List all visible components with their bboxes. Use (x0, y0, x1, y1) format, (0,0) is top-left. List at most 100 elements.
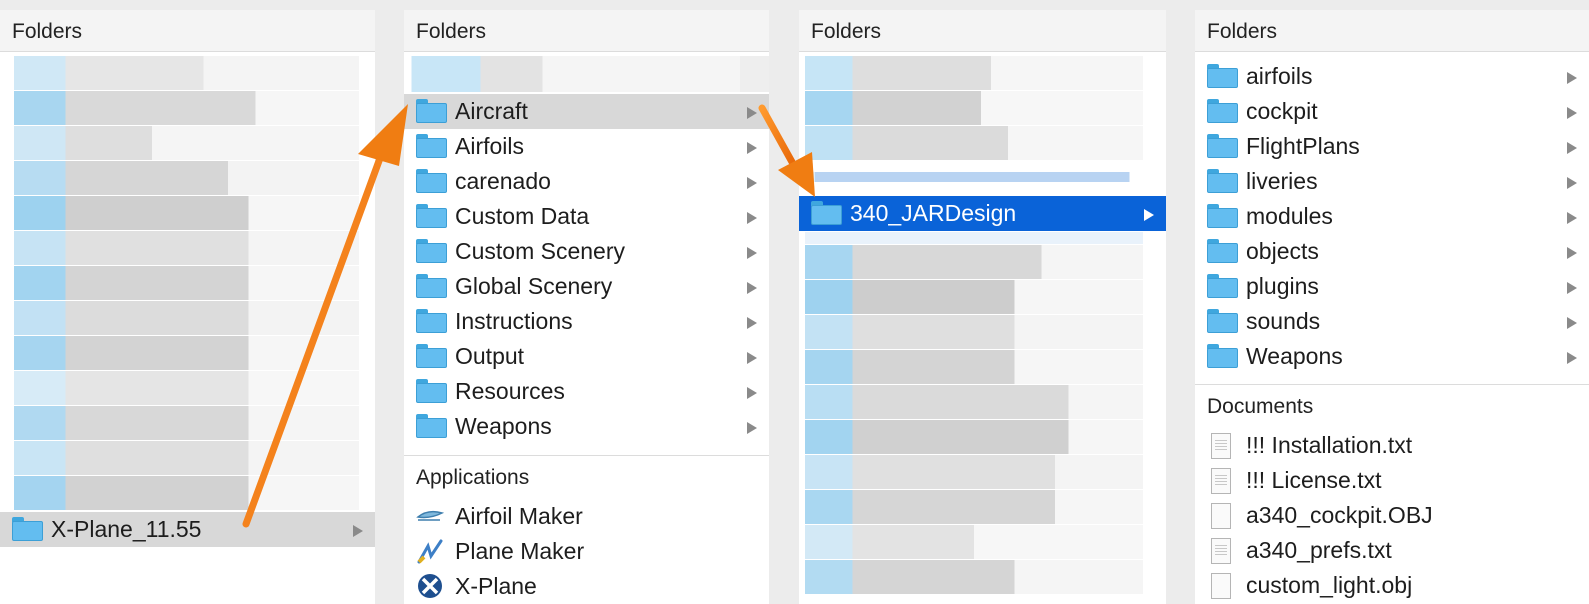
item-label: Weapons (455, 413, 552, 439)
item-label: Instructions (455, 308, 573, 334)
folder-item-airfoils[interactable]: Airfoils (404, 129, 769, 164)
document-item-custom-light-obj[interactable]: custom_light.obj (1195, 568, 1589, 603)
folder-item-340-jardesign[interactable]: 340_JARDesign (799, 196, 1166, 231)
document-item-license-txt[interactable]: !!! License.txt (1195, 463, 1589, 498)
folder-item-sounds[interactable]: sounds (1195, 304, 1589, 339)
item-label: X-Plane (455, 573, 537, 599)
item-label: objects (1246, 238, 1319, 264)
chevron-right-icon (1567, 282, 1577, 294)
item-label: Output (455, 343, 525, 369)
folder-icon (1207, 64, 1238, 88)
folder-item-modules[interactable]: modules (1195, 199, 1589, 234)
chevron-right-icon (1567, 317, 1577, 329)
folder-icon (1207, 99, 1238, 123)
document-item-a340-cockpit-obj[interactable]: a340_cockpit.OBJ (1195, 498, 1589, 533)
item-label: Airfoil Maker (455, 503, 583, 529)
folder-item-output[interactable]: Output (404, 339, 769, 374)
folder-item-liveries[interactable]: liveries (1195, 164, 1589, 199)
folder-item-custom-scenery[interactable]: Custom Scenery (404, 234, 769, 269)
chevron-right-icon (747, 142, 757, 154)
item-label: plugins (1246, 273, 1319, 299)
folder-item-plugins[interactable]: plugins (1195, 269, 1589, 304)
folder-item-airfoils[interactable]: airfoils (1195, 59, 1589, 94)
folder-item-global-scenery[interactable]: Global Scenery (404, 269, 769, 304)
application-item-x-plane[interactable]: X-Plane (404, 569, 769, 604)
folder-item-resources[interactable]: Resources (404, 374, 769, 409)
folder-icon (1207, 344, 1238, 368)
item-label: !!! License.txt (1246, 467, 1382, 493)
chevron-right-icon (1567, 247, 1577, 259)
folder-icon (1207, 169, 1238, 193)
redacted-entries (805, 56, 1143, 182)
document-item-installation-txt[interactable]: !!! Installation.txt (1195, 428, 1589, 463)
item-label: !!! Installation.txt (1246, 432, 1413, 458)
chevron-right-icon (1567, 212, 1577, 224)
folder-icon (416, 414, 447, 438)
chevron-right-icon (747, 317, 757, 329)
application-item-airfoil-maker[interactable]: Airfoil Maker (404, 499, 769, 534)
folder-item-cockpit[interactable]: cockpit (1195, 94, 1589, 129)
item-label: Aircraft (455, 98, 528, 124)
folder-icon (416, 169, 447, 193)
text-document-icon (1207, 468, 1238, 494)
folder-item-weapons[interactable]: Weapons (404, 409, 769, 444)
chevron-right-icon (1567, 142, 1577, 154)
column-1: Folders X-Plane_11.55 (0, 10, 375, 604)
folder-icon (1207, 134, 1238, 158)
column-3: Folders 340_JARDesign (799, 10, 1166, 604)
item-label: Global Scenery (455, 273, 613, 299)
text-document-icon (1207, 433, 1238, 459)
folder-icon (1207, 309, 1238, 333)
folder-list: airfoils cockpit FlightPlans liveries module… (1195, 59, 1589, 374)
folder-icon (416, 204, 447, 228)
chevron-right-icon (1567, 107, 1577, 119)
item-label: sounds (1246, 308, 1321, 334)
folder-item-x-plane[interactable]: X-Plane_11.55 (0, 512, 375, 547)
item-label: FlightPlans (1246, 133, 1360, 159)
x-plane-icon (418, 574, 442, 598)
item-label: Airfoils (455, 133, 525, 159)
item-label: a340_prefs.txt (1246, 537, 1392, 563)
folder-list: Aircraft Airfoils carenado Custom Data Custo… (404, 94, 769, 444)
chevron-right-icon (1567, 177, 1577, 189)
item-label: Resources (455, 378, 565, 404)
chevron-right-icon (1144, 209, 1154, 221)
folder-item-weapons[interactable]: Weapons (1195, 339, 1589, 374)
chevron-right-icon (353, 525, 363, 537)
applications-list: Airfoil Maker Plane Maker X-Plane (404, 499, 769, 604)
item-label: Custom Data (455, 203, 590, 229)
column-header: Folders (1195, 10, 1589, 52)
column-header: Folders (404, 10, 769, 52)
folder-item-flightplans[interactable]: FlightPlans (1195, 129, 1589, 164)
application-item-plane-maker[interactable]: Plane Maker (404, 534, 769, 569)
column-header: Folders (0, 10, 375, 52)
blank-document-icon (1207, 573, 1238, 599)
folder-item-aircraft[interactable]: Aircraft (404, 94, 769, 129)
redacted-entries (805, 232, 1143, 595)
column-2: Folders Aircraft Airfoils carenado Custom D… (404, 10, 769, 604)
airfoil-maker-icon (416, 510, 444, 521)
folder-icon (1207, 239, 1238, 263)
applications-header: Applications (404, 455, 769, 498)
column-4: Folders airfoils cockpit FlightPlans liveri… (1195, 10, 1589, 604)
folder-item-instructions[interactable]: Instructions (404, 304, 769, 339)
folder-item-carenado[interactable]: carenado (404, 164, 769, 199)
plane-maker-icon (417, 539, 443, 564)
document-item-a340-prefs-txt[interactable]: a340_prefs.txt (1195, 533, 1589, 568)
redacted-entry (404, 56, 769, 92)
column-header: Folders (799, 10, 1166, 52)
item-label: carenado (455, 168, 551, 194)
folder-item-objects[interactable]: objects (1195, 234, 1589, 269)
folder-item-custom-data[interactable]: Custom Data (404, 199, 769, 234)
folder-icon (416, 99, 447, 123)
item-label: cockpit (1246, 98, 1318, 124)
chevron-right-icon (1567, 352, 1577, 364)
item-label: Weapons (1246, 343, 1343, 369)
item-label: Custom Scenery (455, 238, 626, 264)
documents-list: !!! Installation.txt !!! License.txt a340_… (1195, 428, 1589, 603)
folder-icon (811, 201, 842, 225)
folder-icon (416, 274, 447, 298)
folder-icon (1207, 274, 1238, 298)
chevron-right-icon (747, 282, 757, 294)
item-label: a340_cockpit.OBJ (1246, 502, 1433, 528)
